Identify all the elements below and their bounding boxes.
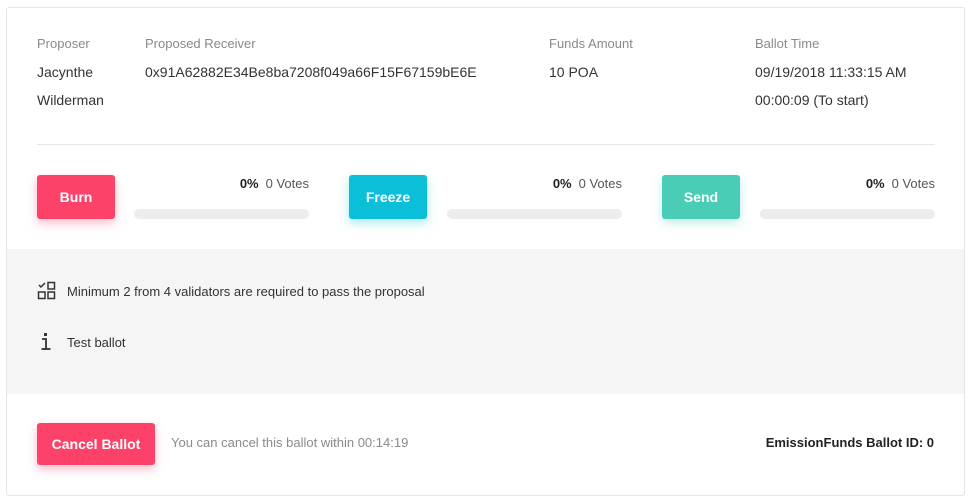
burn-button[interactable]: Burn — [37, 175, 115, 219]
ballot-time-value: 09/19/2018 11:33:15 AM — [755, 64, 907, 80]
send-vote-summary: 0% 0 Votes — [760, 176, 935, 191]
description-row: Test ballot — [37, 332, 126, 352]
freeze-vote-summary: 0% 0 Votes — [447, 176, 622, 191]
proposer-label: Proposer — [37, 36, 90, 51]
send-vote-count: 0 Votes — [891, 176, 935, 191]
burn-vote-percent: 0% — [239, 176, 259, 191]
ballot-time-label: Ballot Time — [755, 36, 820, 51]
funds-label: Funds Amount — [549, 36, 633, 51]
send-vote-percent: 0% — [865, 176, 885, 191]
validators-requirement-row: Minimum 2 from 4 validators are required… — [37, 281, 425, 301]
ballot-description: Test ballot — [67, 334, 126, 350]
cancel-ballot-button[interactable]: Cancel Ballot — [37, 423, 155, 465]
validators-requirement-text: Minimum 2 from 4 validators are required… — [67, 283, 425, 299]
proposer-name-first: Jacynthe — [37, 64, 94, 80]
freeze-progress-bar — [447, 209, 622, 219]
funds-amount: 10 POA — [549, 64, 599, 80]
header-divider — [37, 144, 935, 145]
freeze-vote-percent: 0% — [552, 176, 572, 191]
validators-grid-icon — [37, 281, 57, 301]
receiver-address: 0x91A62882E34Be8ba7208f049a66F15F67159bE… — [145, 64, 477, 80]
cancel-countdown-text: You can cancel this ballot within 00:14:… — [171, 435, 409, 450]
ballot-card: Proposer Jacynthe Wilderman Proposed Rec… — [6, 7, 965, 496]
ballot-time-remaining: 00:00:09 (To start) — [755, 92, 869, 108]
receiver-label: Proposed Receiver — [145, 36, 256, 51]
info-icon — [37, 332, 57, 352]
burn-vote-summary: 0% 0 Votes — [134, 176, 309, 191]
send-progress-bar — [760, 209, 935, 219]
burn-vote-count: 0 Votes — [265, 176, 309, 191]
ballot-id: EmissionFunds Ballot ID: 0 — [765, 435, 934, 450]
freeze-vote-count: 0 Votes — [578, 176, 622, 191]
ballot-info-panel: Minimum 2 from 4 validators are required… — [7, 249, 964, 394]
burn-progress-bar — [134, 209, 309, 219]
freeze-button[interactable]: Freeze — [349, 175, 427, 219]
proposer-name-last: Wilderman — [37, 92, 104, 108]
send-button[interactable]: Send — [662, 175, 740, 219]
